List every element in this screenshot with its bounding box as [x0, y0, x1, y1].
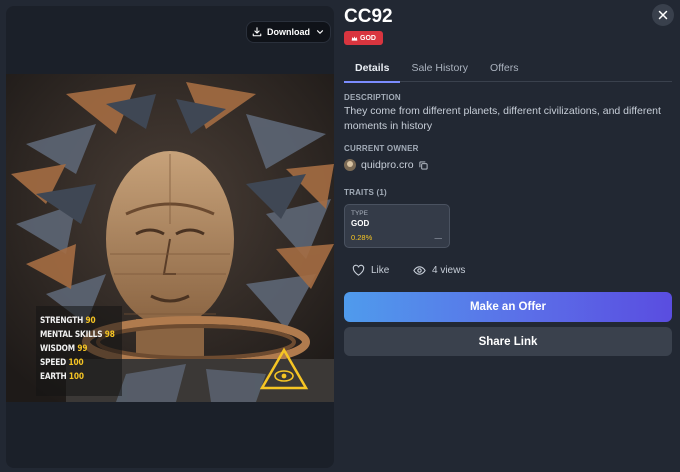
crown-icon	[351, 35, 358, 41]
nft-title: CC92	[344, 6, 393, 27]
avatar	[344, 159, 356, 171]
stat-name: STRENGTH	[40, 316, 84, 326]
trait-extra: —	[434, 233, 443, 242]
close-icon	[658, 10, 668, 20]
download-button[interactable]: Download	[246, 21, 331, 43]
stat-value: 100	[68, 372, 84, 382]
owner-name[interactable]: quidpro.cro	[361, 159, 414, 171]
stat-name: WISDOM	[40, 344, 75, 354]
trait-rarity: 0.28%	[351, 233, 373, 242]
like-button[interactable]: Like	[352, 263, 389, 277]
tab-details[interactable]: Details	[344, 58, 401, 83]
owner-label: CURRENT OWNER	[344, 144, 419, 153]
badge-label: GOD	[360, 34, 376, 42]
stat-row: WISDOM 99	[40, 342, 115, 356]
share-link-button[interactable]: Share Link	[344, 327, 672, 356]
description-text: They come from different planets, differ…	[344, 105, 661, 132]
views-count: 4 views	[413, 263, 465, 277]
stat-row: EARTH 100	[40, 370, 115, 384]
description-label: DESCRIPTION	[344, 93, 401, 102]
download-label: Download	[267, 27, 310, 37]
stat-row: SPEED 100	[40, 356, 115, 370]
trait-type: TYPE	[351, 210, 368, 217]
trait-card[interactable]: TYPE GOD 0.28% —	[344, 204, 450, 248]
views-label: 4 views	[432, 264, 466, 276]
stat-value: 98	[104, 330, 115, 340]
eye-icon	[413, 265, 426, 275]
chevron-down-icon	[316, 30, 324, 34]
stat-name: SPEED	[40, 358, 67, 368]
owner-row: quidpro.cro	[344, 158, 428, 172]
make-offer-button[interactable]: Make an Offer	[344, 292, 672, 322]
rarity-badge: GOD	[344, 31, 383, 45]
trait-value: GOD	[351, 219, 370, 228]
stat-value: 90	[85, 316, 96, 326]
artwork-stats: STRENGTH 90 MENTAL SKILLS 98 WISDOM 99 S…	[40, 314, 115, 384]
tab-sale-history[interactable]: Sale History	[400, 58, 479, 82]
stat-row: STRENGTH 90	[40, 314, 115, 328]
tab-offers[interactable]: Offers	[479, 58, 529, 82]
stat-value: 100	[68, 358, 84, 368]
stat-name: MENTAL SKILLS	[40, 330, 103, 340]
like-label: Like	[371, 264, 390, 276]
stat-name: EARTH	[40, 372, 67, 382]
copy-icon[interactable]	[418, 160, 428, 170]
stat-value: 99	[77, 344, 88, 354]
stat-row: MENTAL SKILLS 98	[40, 328, 115, 342]
artwork-panel: Download STRENGTH 90 MENTAL SKILLS 98 WI…	[6, 6, 334, 468]
heart-icon	[352, 264, 365, 276]
detail-tabs: Details Sale History Offers	[344, 58, 672, 83]
traits-label: TRAITS (1)	[344, 188, 387, 197]
close-button[interactable]	[652, 4, 674, 26]
download-icon	[252, 27, 262, 37]
